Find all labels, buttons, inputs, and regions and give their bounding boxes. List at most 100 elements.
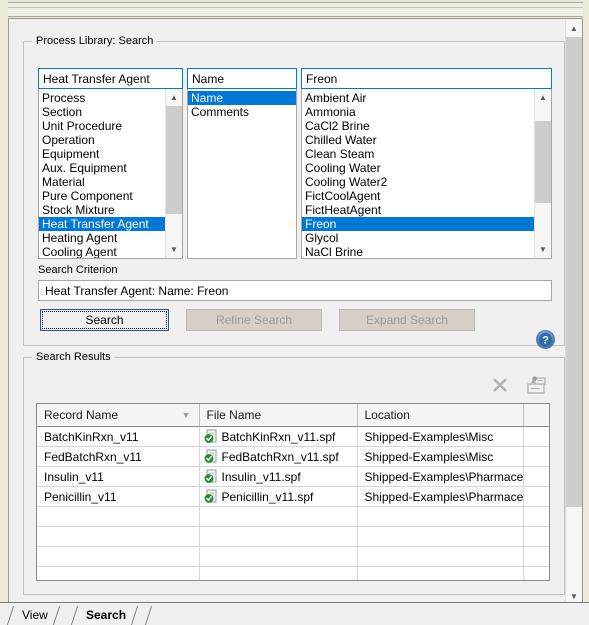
value-listbox[interactable]: Freon Ambient Air Ammonia CaCl2 Brine Ch… (301, 68, 552, 259)
client-vertical-scrollbar[interactable]: ▲ ▼ (565, 20, 582, 605)
cell-file-name[interactable]: FedBatchRxn_v11.spf (199, 446, 358, 467)
list-item[interactable]: Stock Mixture (39, 203, 165, 217)
cell-file-name[interactable]: Insulin_v11.spf (199, 466, 358, 487)
tab-edge-right (52, 606, 60, 625)
search-criterion-field[interactable]: Heat Transfer Agent: Name: Freon (38, 280, 552, 301)
tab-search[interactable]: Search (70, 605, 139, 625)
list-item[interactable]: Equipment (39, 147, 165, 161)
scrollbar-thumb[interactable] (166, 106, 182, 214)
list-item[interactable]: Cooling Agent (39, 245, 165, 258)
table-row[interactable]: BatchKinRxn_v11 BatchKinRxn_v11.spf Ship… (37, 426, 549, 447)
scrollbar-thumb[interactable] (566, 37, 582, 507)
column-header-label: Record Name (44, 408, 119, 422)
expand-search-button[interactable]: Expand Search (339, 309, 475, 331)
field-listbox[interactable]: Name Name Comments (187, 68, 297, 259)
list-item[interactable]: Section (39, 105, 165, 119)
value-selected-header[interactable]: Freon (301, 68, 552, 89)
list-item[interactable]: Clean Steam (302, 147, 534, 161)
category-listbox-scrollbar[interactable]: ▲ ▼ (165, 89, 182, 258)
list-item[interactable]: Material (39, 175, 165, 189)
svg-text:?: ? (542, 335, 549, 347)
scroll-up-arrow-icon[interactable]: ▲ (166, 89, 182, 106)
top-scroll-track[interactable] (8, 7, 583, 11)
cell-file-name[interactable]: BatchKinRxn_v11.spf (199, 426, 358, 447)
list-item[interactable]: Chilled Water (302, 133, 534, 147)
client-area: ▲ ▼ Process Library: Search Heat Transfe… (8, 18, 583, 605)
cell-blank[interactable] (523, 466, 549, 487)
list-item-selected[interactable]: Freon (302, 217, 534, 231)
record-document-check-icon (200, 449, 222, 464)
list-item[interactable]: FictHeatAgent (302, 203, 534, 217)
cell-location[interactable]: Shipped-Examples\Misc (357, 426, 524, 447)
cell-blank[interactable] (523, 446, 549, 467)
cell-blank[interactable] (523, 486, 549, 507)
category-selected-header[interactable]: Heat Transfer Agent (38, 68, 183, 89)
list-item[interactable]: Aux. Equipment (39, 161, 165, 175)
list-item-selected[interactable]: Name (188, 91, 296, 105)
tab-view[interactable]: View (6, 605, 60, 625)
list-item[interactable]: Ammonia (302, 105, 534, 119)
refine-search-button[interactable]: Refine Search (186, 309, 322, 331)
list-item[interactable]: Process (39, 91, 165, 105)
list-item[interactable]: Cooling Water (302, 161, 534, 175)
scroll-up-arrow-icon[interactable]: ▲ (566, 20, 582, 37)
table-row-empty[interactable] (37, 566, 549, 580)
column-header-file-name[interactable]: File Name (199, 404, 358, 427)
field-items[interactable]: Name Comments (188, 89, 296, 119)
scrollbar-thumb[interactable] (535, 121, 551, 203)
delete-icon[interactable] (487, 372, 513, 398)
list-item[interactable]: Heating Agent (39, 231, 165, 245)
list-item[interactable]: Comments (188, 105, 296, 119)
cell-file-name[interactable]: Penicillin_v11.spf (199, 486, 358, 507)
value-listbox-scrollbar[interactable]: ▲ ▼ (534, 89, 551, 258)
category-items[interactable]: Process Section Unit Procedure Operation… (39, 89, 165, 258)
table-row-empty[interactable] (37, 526, 549, 547)
search-button[interactable]: Search (40, 309, 169, 331)
list-item[interactable]: CaCl2 Brine (302, 119, 534, 133)
search-results-body: BatchKinRxn_v11 BatchKinRxn_v11.spf Ship… (37, 426, 549, 580)
list-item[interactable]: FictCoolAgent (302, 189, 534, 203)
list-item[interactable]: NaCl Brine (302, 245, 534, 258)
help-icon[interactable]: ? (535, 329, 556, 350)
table-row[interactable]: Insulin_v11 Insulin_v11.spf Shipped-Exam… (37, 466, 549, 487)
category-listbox[interactable]: Heat Transfer Agent Process Section Unit… (38, 68, 183, 259)
field-selected-header[interactable]: Name (187, 68, 297, 89)
table-row-empty[interactable] (37, 546, 549, 567)
table-header-row: Record Name ▼ File Name Location (37, 404, 549, 427)
window-top-scroll-strip[interactable] (8, 2, 583, 17)
list-item[interactable]: Pure Component (39, 189, 165, 203)
search-results-table: Record Name ▼ File Name Location BatchKi… (37, 404, 549, 580)
cell-location[interactable]: Shipped-Examples\Pharmaceu... (357, 466, 524, 487)
cell-location[interactable]: Shipped-Examples\Misc (357, 446, 524, 467)
column-header-blank[interactable] (523, 404, 549, 427)
cell-record-name[interactable]: BatchKinRxn_v11 (37, 426, 200, 447)
scroll-down-arrow-icon[interactable]: ▼ (535, 241, 551, 258)
cell-location[interactable]: Shipped-Examples\Pharmaceu... (357, 486, 524, 507)
scroll-up-arrow-icon[interactable]: ▲ (535, 89, 551, 106)
cell-record-name[interactable]: Penicillin_v11 (37, 486, 200, 507)
value-items[interactable]: Ambient Air Ammonia CaCl2 Brine Chilled … (302, 89, 534, 258)
cell-record-name[interactable]: FedBatchRxn_v11 (37, 446, 200, 467)
open-record-icon[interactable] (524, 372, 550, 398)
search-results-table-wrapper[interactable]: Record Name ▼ File Name Location BatchKi… (36, 403, 550, 581)
list-item[interactable]: Unit Procedure (39, 119, 165, 133)
category-listbox-body[interactable]: Process Section Unit Procedure Operation… (38, 89, 183, 259)
cell-record-name[interactable]: Insulin_v11 (37, 466, 200, 487)
sort-descending-icon[interactable]: ▼ (182, 410, 191, 420)
list-item-selected[interactable]: Heat Transfer Agent (39, 217, 165, 231)
column-header-location[interactable]: Location (357, 404, 524, 427)
list-item[interactable]: Ambient Air (302, 91, 534, 105)
value-listbox-body[interactable]: Ambient Air Ammonia CaCl2 Brine Chilled … (301, 89, 552, 259)
list-item[interactable]: Glycol (302, 231, 534, 245)
scroll-down-arrow-icon[interactable]: ▼ (166, 241, 182, 258)
column-header-record-name[interactable]: Record Name ▼ (37, 404, 200, 427)
table-row-empty[interactable] (37, 506, 549, 527)
tab-label: View (22, 608, 48, 622)
list-item[interactable]: Cooling Water2 (302, 175, 534, 189)
field-listbox-body[interactable]: Name Comments (187, 89, 297, 259)
table-row[interactable]: Penicillin_v11 Penicillin_v11.spf Shippe… (37, 486, 549, 507)
list-item[interactable]: Operation (39, 133, 165, 147)
table-row[interactable]: FedBatchRxn_v11 FedBatchRxn_v11.spf Ship… (37, 446, 549, 467)
tabstrip-trailing-edge (144, 606, 153, 625)
cell-blank[interactable] (523, 426, 549, 447)
